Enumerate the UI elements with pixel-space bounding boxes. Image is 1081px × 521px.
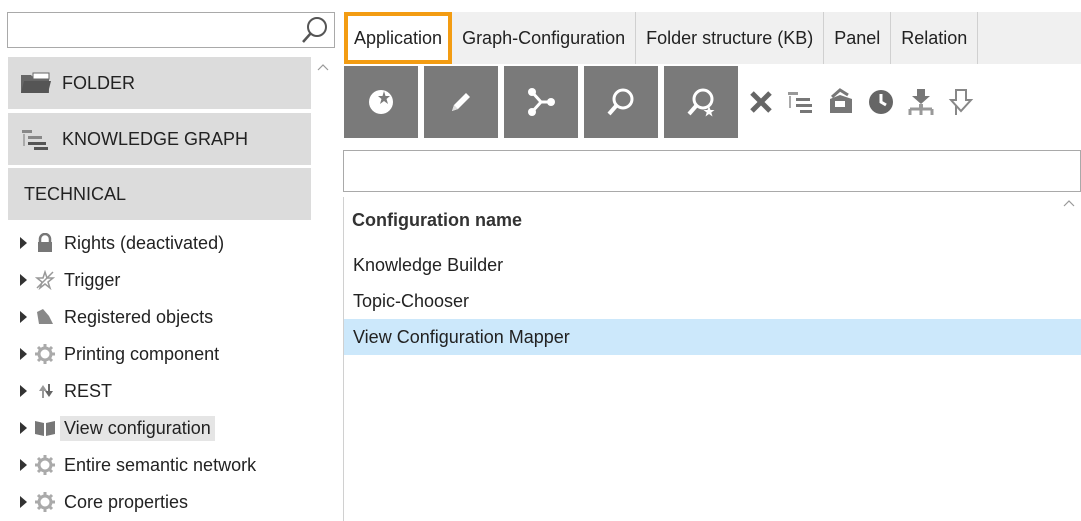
download-tree-icon bbox=[908, 89, 934, 115]
search-new-icon bbox=[687, 88, 715, 117]
search-button[interactable] bbox=[584, 66, 658, 138]
table-row[interactable]: Topic-Chooser bbox=[344, 283, 1081, 319]
toolbar bbox=[344, 66, 984, 138]
tree-item-core-properties[interactable]: Core properties bbox=[20, 485, 188, 519]
hierarchy-list-icon bbox=[20, 126, 62, 152]
gear-icon bbox=[34, 455, 56, 475]
sidebar-scrollbar[interactable] bbox=[311, 57, 336, 521]
tree-item-rest[interactable]: REST bbox=[20, 374, 112, 408]
tree-item-label: Registered objects bbox=[64, 306, 214, 327]
delete-button[interactable] bbox=[744, 85, 778, 119]
download-tree-button[interactable] bbox=[904, 85, 938, 119]
tree-item-label: REST bbox=[64, 380, 113, 401]
tab-folder-structure[interactable]: Folder structure (KB) bbox=[636, 12, 825, 64]
expand-triangle-icon[interactable] bbox=[20, 274, 27, 286]
tree-item-trigger[interactable]: Trigger bbox=[20, 263, 120, 297]
expand-triangle-icon[interactable] bbox=[20, 237, 27, 249]
search-input[interactable] bbox=[7, 12, 335, 48]
section-label: KNOWLEDGE GRAPH bbox=[62, 128, 249, 149]
section-folder[interactable]: FOLDER bbox=[8, 57, 311, 109]
expand-triangle-icon[interactable] bbox=[20, 422, 27, 434]
column-header-configuration-name[interactable]: Configuration name bbox=[352, 210, 522, 231]
scroll-up-icon[interactable] bbox=[317, 63, 329, 71]
export-button[interactable] bbox=[824, 85, 858, 119]
scroll-up-icon[interactable] bbox=[1063, 199, 1075, 207]
configuration-table: Configuration name Knowledge Builder Top… bbox=[343, 197, 1081, 521]
lock-icon bbox=[34, 233, 56, 253]
section-label: FOLDER bbox=[62, 72, 136, 93]
table-row-selected[interactable]: View Configuration Mapper bbox=[344, 319, 1081, 355]
gear-icon bbox=[34, 344, 56, 364]
gear-icon bbox=[34, 492, 56, 512]
tab-bar: Application Graph-Configuration Folder s… bbox=[344, 12, 1081, 64]
search-new-button[interactable] bbox=[664, 66, 738, 138]
tab-application[interactable]: Application bbox=[344, 12, 453, 64]
book-icon bbox=[34, 418, 56, 438]
expand-triangle-icon[interactable] bbox=[20, 348, 27, 360]
import-icon bbox=[948, 89, 974, 115]
export-icon bbox=[830, 88, 852, 113]
graph-button[interactable] bbox=[504, 66, 578, 138]
list-button[interactable] bbox=[784, 85, 818, 119]
expand-triangle-icon[interactable] bbox=[20, 311, 27, 323]
rest-arrows-icon bbox=[34, 381, 56, 401]
tree-item-printing-component[interactable]: Printing component bbox=[20, 337, 219, 371]
expand-triangle-icon[interactable] bbox=[20, 459, 27, 471]
row-label: Topic-Chooser bbox=[353, 290, 470, 311]
clock-button[interactable] bbox=[864, 85, 898, 119]
import-button[interactable] bbox=[944, 85, 978, 119]
edit-button[interactable] bbox=[424, 66, 498, 138]
tree-item-label: View configuration bbox=[60, 415, 215, 441]
search-icon bbox=[607, 88, 634, 116]
tree-item-rights[interactable]: Rights (deactivated) bbox=[20, 226, 224, 260]
tree-item-label: Trigger bbox=[64, 269, 121, 290]
right-panel: Application Graph-Configuration Folder s… bbox=[336, 0, 1081, 521]
row-label: View Configuration Mapper bbox=[353, 326, 570, 347]
trigger-icon bbox=[34, 270, 56, 290]
table-row[interactable]: Knowledge Builder bbox=[344, 247, 1081, 283]
tree-item-entire-semantic-network[interactable]: Entire semantic network bbox=[20, 448, 256, 482]
left-panel: FOLDER KNOWLEDGE GRAPH TECHNICAL Rights … bbox=[0, 0, 336, 521]
filter-input[interactable] bbox=[343, 150, 1081, 192]
expand-triangle-icon[interactable] bbox=[20, 385, 27, 397]
section-label: TECHNICAL bbox=[24, 183, 127, 204]
section-technical[interactable]: TECHNICAL bbox=[8, 168, 311, 220]
clock-icon bbox=[869, 90, 893, 114]
tree-item-label: Printing component bbox=[64, 343, 220, 364]
tree-item-view-configuration[interactable]: View configuration bbox=[20, 411, 215, 445]
section-knowledge-graph[interactable]: KNOWLEDGE GRAPH bbox=[8, 113, 311, 165]
tree-item-label: Core properties bbox=[64, 491, 189, 512]
tree-item-label: Entire semantic network bbox=[64, 454, 257, 475]
tab-panel[interactable]: Panel bbox=[824, 12, 892, 64]
tab-relation[interactable]: Relation bbox=[891, 12, 979, 64]
folder-icon bbox=[20, 70, 62, 96]
row-label: Knowledge Builder bbox=[353, 254, 504, 275]
tree-item-registered-objects[interactable]: Registered objects bbox=[20, 300, 213, 334]
new-button[interactable] bbox=[344, 66, 418, 138]
magnifier-icon[interactable] bbox=[300, 15, 330, 45]
new-icon bbox=[369, 90, 393, 114]
graph-icon bbox=[528, 88, 555, 116]
list-icon bbox=[788, 92, 812, 113]
delete-icon bbox=[750, 91, 772, 113]
tab-graph-configuration[interactable]: Graph-Configuration bbox=[452, 12, 637, 64]
edit-icon bbox=[452, 93, 470, 111]
expand-triangle-icon[interactable] bbox=[20, 496, 27, 508]
tree-item-label: Rights (deactivated) bbox=[64, 232, 225, 253]
registered-objects-icon bbox=[34, 307, 56, 327]
